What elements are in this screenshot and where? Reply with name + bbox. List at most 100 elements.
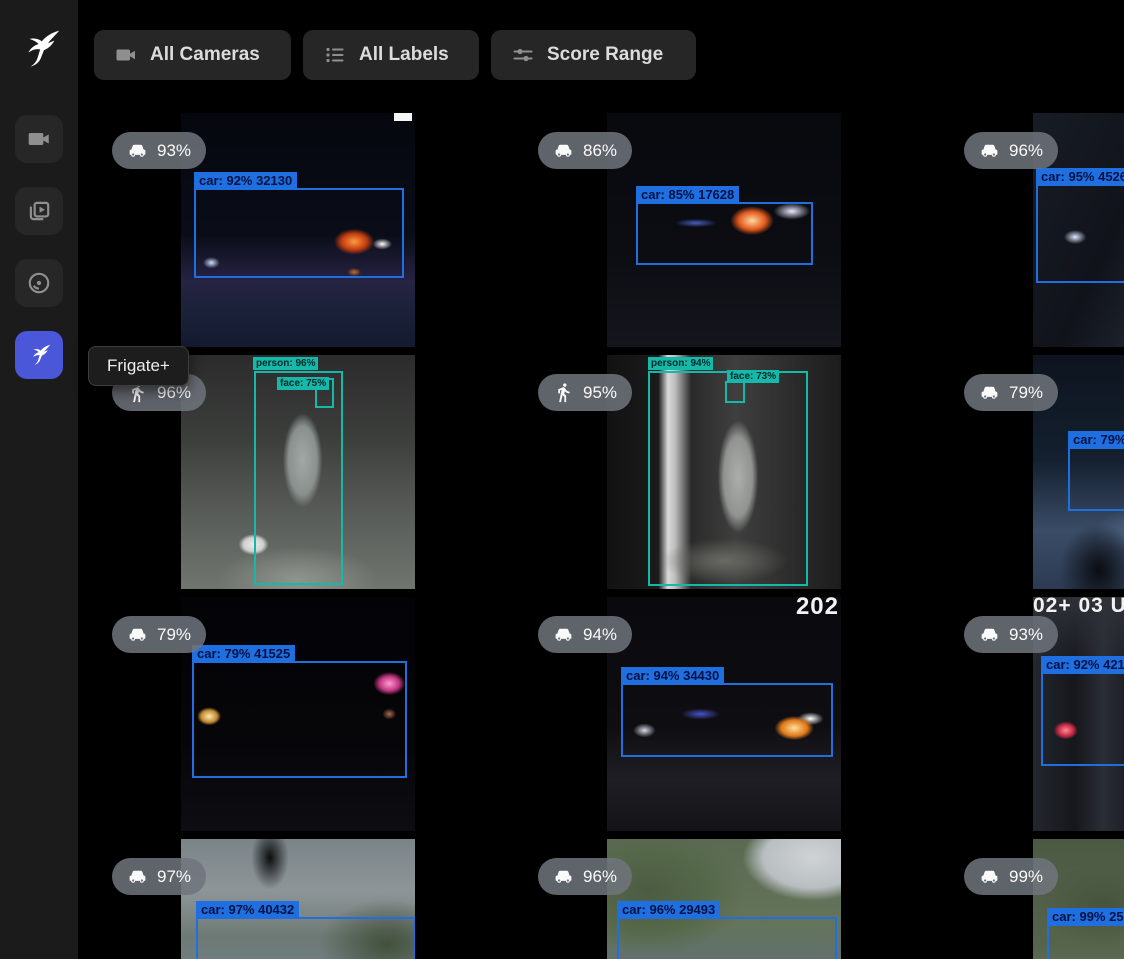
car-icon — [979, 624, 1000, 645]
detection-cell[interactable]: car: 99% 25 99% — [946, 839, 1124, 959]
sidebar-item-frigate-plus[interactable] — [15, 331, 63, 379]
bbox-label: car: 95% 45260 — [1036, 168, 1124, 185]
export-disc-icon — [26, 270, 52, 296]
camera-timestamp: 202 — [796, 597, 839, 621]
score-badge: 93% — [112, 132, 206, 169]
score-value: 86% — [583, 141, 617, 161]
car-icon — [979, 140, 1000, 161]
score-badge: 96% — [964, 132, 1058, 169]
bbox-label: car: 92% 4218 — [1041, 656, 1124, 673]
car-icon — [979, 382, 1000, 403]
frigate-bird-icon — [26, 342, 52, 368]
bounding-box: car: 97% 40432 — [196, 917, 415, 959]
face-label: face: 73% — [727, 370, 779, 383]
filter-label: All Cameras — [150, 44, 260, 66]
detection-cell[interactable]: car: 79% 41525 79% — [94, 597, 520, 839]
bbox-label: car: 99% 25 — [1047, 908, 1124, 925]
video-camera-icon — [114, 43, 138, 67]
detection-cell[interactable]: car: 92% 32130 93% — [94, 113, 520, 355]
score-badge: 97% — [112, 858, 206, 895]
detection-cell[interactable]: person: 94% face: 73% 95% — [520, 355, 946, 597]
person-icon — [553, 382, 574, 403]
face-bounding-box: face: 75% — [315, 378, 334, 408]
bounding-box: car: 79% — [1068, 447, 1124, 511]
snapshot-image: car: 85% 17628 — [607, 113, 841, 347]
score-value: 79% — [1009, 383, 1043, 403]
bbox-label: car: 79% — [1068, 431, 1124, 448]
bbox-label: car: 96% 29493 — [617, 901, 720, 918]
bounding-box — [648, 371, 808, 586]
all-labels-filter-button[interactable]: All Labels — [303, 30, 479, 80]
score-badge: 94% — [538, 616, 632, 653]
score-value: 79% — [157, 625, 191, 645]
detection-cell[interactable]: car: 97% 40432 97% — [94, 839, 520, 959]
tooltip-label: Frigate+ — [107, 356, 170, 375]
frigate-logo — [15, 26, 63, 72]
detection-cell[interactable]: car: 95% 45260 96% — [946, 113, 1124, 355]
score-range-filter-button[interactable]: Score Range — [491, 30, 696, 80]
score-badge: 99% — [964, 858, 1058, 895]
bounding-box: car: 96% 29493 — [617, 917, 837, 959]
score-badge: 93% — [964, 616, 1058, 653]
frigate-plus-tooltip: Frigate+ — [88, 346, 189, 386]
face-label: face: 75% — [277, 377, 329, 390]
bounding-box: car: 94% 34430 — [621, 683, 833, 757]
score-value: 96% — [583, 867, 617, 887]
filter-label: Score Range — [547, 44, 663, 66]
bbox-label: person: 96% — [253, 357, 318, 370]
all-cameras-filter-button[interactable]: All Cameras — [94, 30, 291, 80]
snapshot-image: person: 94% face: 73% — [607, 355, 841, 589]
sidebar-item-export[interactable] — [15, 259, 63, 307]
car-icon — [127, 866, 148, 887]
filter-label: All Labels — [359, 44, 449, 66]
frigate-app: Frigate+ All Cameras All Labels Score Ra… — [0, 0, 1124, 959]
score-badge: 95% — [538, 374, 632, 411]
detection-cell[interactable]: 202 car: 94% 34430 94% — [520, 597, 946, 839]
score-badge: 96% — [538, 858, 632, 895]
score-value: 93% — [1009, 625, 1043, 645]
snapshot-image: person: 96% face: 75% — [181, 355, 415, 589]
car-icon — [127, 624, 148, 645]
frigate-bird-icon — [15, 26, 63, 72]
review-icon — [26, 198, 52, 224]
detection-cell[interactable]: car: 85% 17628 86% — [520, 113, 946, 355]
detection-cell[interactable]: person: 96% face: 75% 96% — [94, 355, 520, 597]
list-icon — [323, 43, 347, 67]
video-camera-icon — [26, 126, 52, 152]
snapshot-image: car: 96% 29493 — [607, 839, 841, 959]
detection-cell[interactable]: car: 96% 29493 96% — [520, 839, 946, 959]
car-icon — [127, 140, 148, 161]
face-bounding-box: face: 73% — [725, 381, 745, 403]
score-value: 95% — [583, 383, 617, 403]
score-badge: 79% — [112, 616, 206, 653]
bounding-box: car: 92% 32130 — [194, 188, 404, 278]
snapshot-image: car: 92% 32130 — [181, 113, 415, 347]
detection-cell[interactable]: 02+ 03 U car: 92% 4218 93% — [946, 597, 1124, 839]
car-icon — [553, 624, 574, 645]
camera-timestamp: 02+ 03 U — [1033, 597, 1124, 618]
bbox-label: car: 97% 40432 — [196, 901, 299, 918]
bounding-box: car: 92% 4218 — [1041, 672, 1124, 766]
sliders-icon — [511, 43, 535, 67]
score-badge: 86% — [538, 132, 632, 169]
sidebar — [0, 0, 78, 959]
bounding-box: car: 99% 25 — [1047, 924, 1124, 959]
bounding-box: car: 85% 17628 — [636, 202, 813, 265]
bbox-label: car: 94% 34430 — [621, 667, 724, 684]
score-badge: 79% — [964, 374, 1058, 411]
sidebar-item-live[interactable] — [15, 115, 63, 163]
bounding-box: car: 95% 45260 — [1036, 184, 1124, 283]
car-icon — [553, 866, 574, 887]
sidebar-item-review[interactable] — [15, 187, 63, 235]
score-value: 99% — [1009, 867, 1043, 887]
bounding-box: car: 79% 41525 — [192, 661, 407, 778]
score-value: 96% — [1009, 141, 1043, 161]
snapshot-image: 202 car: 94% 34430 — [607, 597, 841, 831]
score-value: 93% — [157, 141, 191, 161]
snapshot-image: car: 99% 25 — [1033, 839, 1124, 959]
osd-overlay — [394, 113, 412, 121]
car-icon — [979, 866, 1000, 887]
detection-cell[interactable]: car: 79% 79% — [946, 355, 1124, 597]
score-value: 94% — [583, 625, 617, 645]
bbox-label: car: 79% 41525 — [192, 645, 295, 662]
